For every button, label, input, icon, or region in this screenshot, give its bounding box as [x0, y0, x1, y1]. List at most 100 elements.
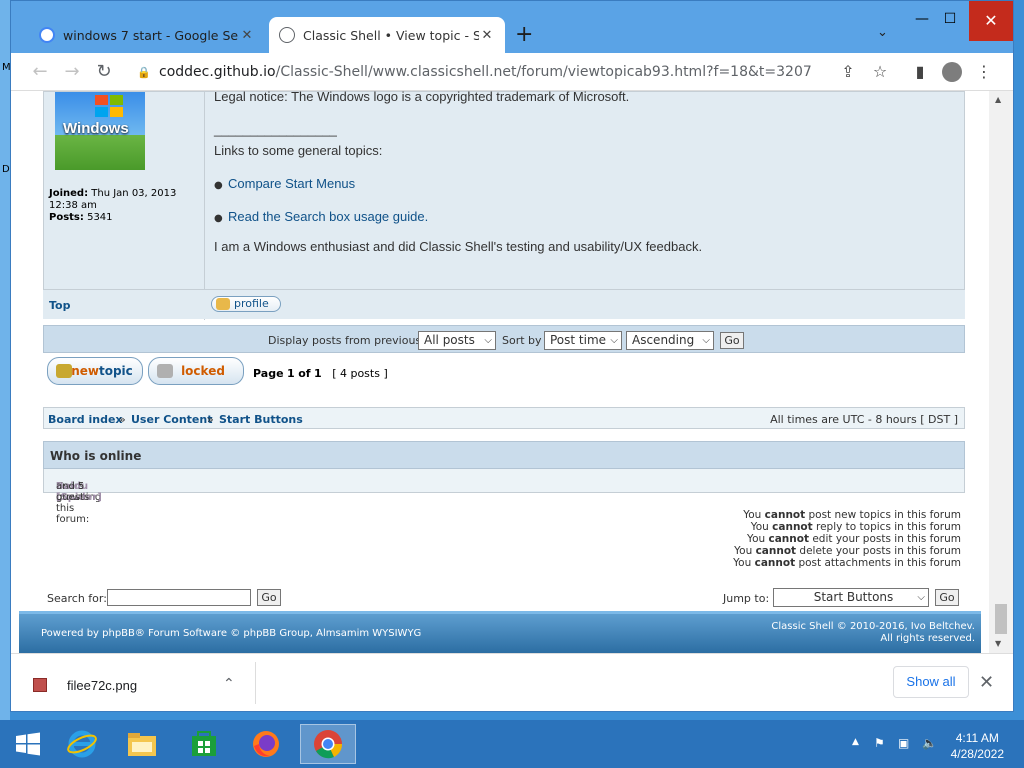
tab-strip: windows 7 start - Google Search ✕ Classi… — [11, 1, 1013, 53]
start-windows-icon[interactable] — [0, 724, 56, 764]
page-of: of — [298, 367, 311, 380]
tab-google-search[interactable]: windows 7 start - Google Search ✕ — [29, 17, 265, 53]
clock-time: 4:11 AM — [955, 731, 999, 745]
taskbar: ▲ ⚑ ▣ 🔈 4:11 AM 4/28/2022 — [0, 720, 1024, 768]
sortby-label: Sort by — [502, 334, 542, 347]
poster-profile-info: Joined: Thu Jan 03, 2013 12:38 am Posts:… — [49, 188, 176, 224]
action-center-flag-icon[interactable]: ⚑ — [874, 736, 885, 750]
jump-select[interactable]: Start Buttons ⌵ — [773, 588, 929, 607]
volume-muted-icon[interactable]: 🔈 — [922, 736, 937, 750]
chevron-down-icon: ⌵ — [610, 335, 618, 346]
post-footer-row: Top profile — [43, 289, 965, 319]
profile-button[interactable]: profile — [211, 296, 281, 312]
jump-go-button[interactable]: Go — [935, 589, 959, 606]
profile-button-label: profile — [234, 297, 269, 310]
close-tab-icon[interactable]: ✕ — [479, 28, 495, 43]
search-label: Search for: — [47, 592, 107, 605]
scroll-down-icon[interactable]: ▼ — [995, 639, 1001, 648]
reload-icon[interactable]: ↻ — [91, 59, 117, 85]
google-icon — [39, 27, 55, 43]
signature-divider: _________________ — [214, 122, 337, 137]
close-window-button[interactable]: ✕ — [969, 1, 1013, 41]
internet-explorer-icon[interactable] — [54, 724, 110, 764]
firefox-icon[interactable] — [238, 724, 294, 764]
page-content: Windows Joined: Thu Jan 03, 2013 12:38 a… — [11, 91, 989, 653]
forward-arrow-icon[interactable]: → — [59, 59, 85, 85]
chevron-down-icon: ⌵ — [702, 335, 710, 346]
locked-button[interactable]: locked — [148, 357, 244, 385]
sort-bar: Display posts from previous: All posts ⌵ … — [43, 325, 965, 353]
side-panel-icon[interactable]: ▮ — [909, 62, 931, 81]
new-topic-button[interactable]: newtopic — [47, 357, 143, 385]
share-icon[interactable]: ⇪ — [837, 62, 859, 81]
sortby-select[interactable]: Post time ⌵ — [544, 331, 622, 350]
tray-expand-icon[interactable]: ▲ — [852, 737, 859, 747]
posts-label: Posts: — [49, 212, 84, 223]
chevron-down-icon: ⌵ — [484, 335, 492, 346]
page-current: 1 — [287, 367, 295, 380]
network-icon[interactable]: ▣ — [898, 736, 909, 750]
who-online-body: Users browsing this forum: Baidu [Spider… — [43, 469, 965, 525]
tab-classic-shell[interactable]: Classic Shell • View topic - Start B ✕ — [269, 17, 505, 53]
locked-label: locked — [181, 364, 225, 378]
timezone-info: All times are UTC - 8 hours [ DST ] — [770, 413, 958, 426]
scrollbar-thumb[interactable] — [995, 604, 1007, 634]
show-all-button[interactable]: Show all — [893, 666, 969, 698]
sort-go-button[interactable]: Go — [720, 332, 744, 349]
menu-kebab-icon[interactable]: ⋮ — [973, 62, 995, 81]
post-body: Windows Joined: Thu Jan 03, 2013 12:38 a… — [43, 91, 965, 320]
tab-title: Classic Shell • View topic - Start B — [303, 27, 479, 43]
breadcrumb-separator: » — [119, 413, 126, 426]
globe-icon — [279, 27, 295, 43]
shelf-divider — [255, 662, 256, 704]
windows-avatar: Windows — [55, 92, 145, 170]
tab-search-chevron-icon[interactable]: ⌄ — [877, 25, 888, 40]
compare-start-menus-link[interactable]: Compare Start Menus — [228, 176, 355, 191]
search-box-guide-link[interactable]: Read the Search box usage guide. — [228, 209, 428, 224]
legal-notice: Legal notice: The Windows logo is a copy… — [214, 91, 630, 104]
avatar-logo-text: Windows — [63, 120, 129, 137]
scroll-up-icon[interactable]: ▲ — [995, 95, 1001, 104]
display-select[interactable]: All posts ⌵ — [418, 331, 496, 350]
jump-label: Jump to: — [723, 592, 770, 605]
page-scrollbar[interactable]: ▲ ▼ — [989, 91, 1013, 653]
jump-select-value: Start Buttons — [813, 590, 894, 604]
url-host: coddec.github.io — [159, 64, 276, 80]
search-go-button[interactable]: Go — [257, 589, 281, 606]
footer-copyright-line1: Classic Shell © 2010-2016, Ivo Beltchev. — [771, 621, 975, 632]
enthusiast-text: I am a Windows enthusiast and did Classi… — [214, 239, 703, 254]
store-icon[interactable] — [176, 724, 232, 764]
page-total: 1 — [314, 367, 322, 380]
joined-time: 12:38 am — [49, 200, 97, 211]
search-input[interactable] — [107, 589, 251, 606]
profile-avatar-icon[interactable] — [941, 62, 963, 86]
breadcrumb-board-index[interactable]: Board index — [48, 413, 123, 426]
who-online-suffix: and 5 guests — [56, 481, 90, 503]
url-path: /Classic-Shell/www.classicshell.net/foru… — [275, 64, 812, 80]
breadcrumb-user-content[interactable]: User Content — [131, 413, 212, 426]
posts-value: 5341 — [87, 212, 113, 223]
address-bar[interactable]: 🔒 coddec.github.io /Classic-Shell/www.cl… — [137, 57, 837, 87]
bookmark-star-icon[interactable]: ☆ — [869, 62, 891, 81]
bullet-icon: ● — [214, 213, 223, 224]
new-tab-button[interactable]: + — [515, 23, 533, 47]
file-explorer-icon[interactable] — [114, 724, 170, 764]
windows-flag-icon — [95, 95, 125, 117]
desktop-edge: M D — [0, 0, 11, 720]
top-link[interactable]: Top — [49, 299, 70, 312]
minimize-button[interactable]: — — [907, 11, 937, 27]
lock-icon — [157, 364, 173, 378]
back-arrow-icon[interactable]: ← — [27, 59, 53, 85]
maximize-button[interactable]: ☐ — [935, 11, 965, 27]
display-label: Display posts from previous: — [268, 334, 425, 347]
order-select[interactable]: Ascending ⌵ — [626, 331, 714, 350]
desktop-icon-label[interactable]: D — [2, 164, 10, 175]
clock-date: 4/28/2022 — [950, 747, 1004, 761]
download-filename[interactable]: filee72c.png — [67, 678, 137, 693]
close-tab-icon[interactable]: ✕ — [239, 28, 255, 43]
chevron-up-icon[interactable]: ⌃ — [223, 676, 235, 692]
close-shelf-icon[interactable]: ✕ — [979, 672, 994, 693]
system-clock[interactable]: 4:11 AM 4/28/2022 — [951, 730, 1004, 762]
breadcrumb-start-buttons[interactable]: Start Buttons — [219, 413, 303, 426]
chrome-icon[interactable] — [300, 724, 356, 764]
